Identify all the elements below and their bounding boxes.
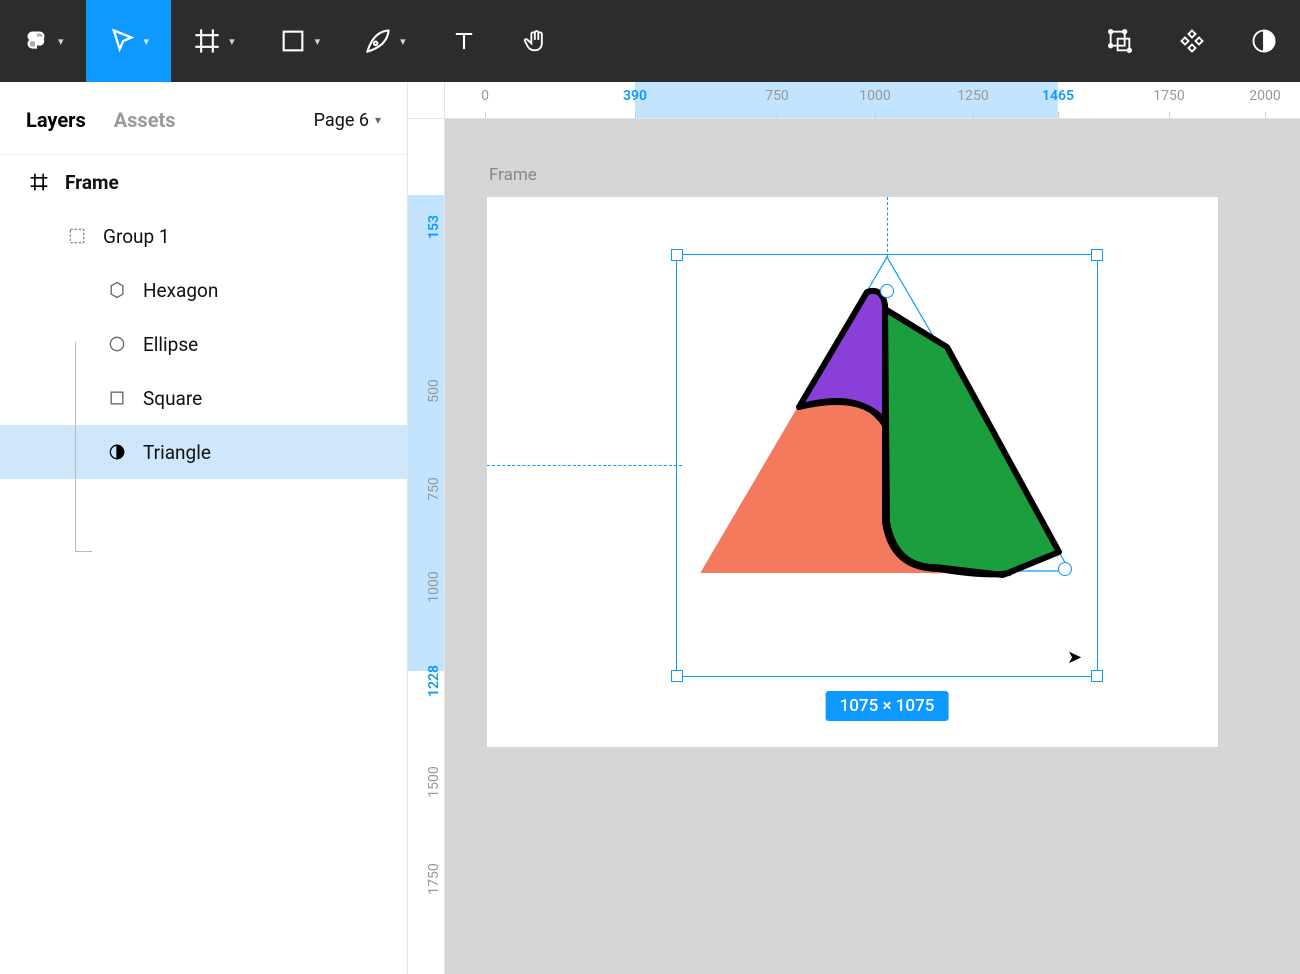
ruler-tick: 1500 — [426, 766, 442, 797]
resize-handle-tr[interactable] — [1091, 249, 1103, 261]
pen-icon — [364, 27, 392, 55]
pointer-icon — [108, 27, 136, 55]
boolean-icon — [1106, 27, 1134, 55]
page-selector[interactable]: Page 6 ▾ — [314, 110, 381, 131]
ruler-tick: 1228 — [426, 665, 442, 697]
layer-row-frame[interactable]: Frame — [0, 155, 407, 209]
figma-logo-icon — [22, 27, 50, 55]
cursor-icon: ➤ — [1067, 647, 1082, 668]
layer-row-ellipse[interactable]: Ellipse — [0, 317, 407, 371]
frame-icon — [193, 27, 221, 55]
ruler-tick: 1750 — [426, 863, 442, 894]
square-icon — [279, 27, 307, 55]
tab-layers[interactable]: Layers — [26, 108, 86, 132]
ellipse-icon — [105, 332, 129, 356]
shape-tool-button[interactable]: ▾ — [257, 0, 343, 82]
ruler-tick: 1465 — [1042, 88, 1074, 104]
component-icon — [1178, 27, 1206, 55]
ruler-tick: 1000 — [859, 88, 890, 104]
ruler-tick: 750 — [426, 477, 442, 501]
mask-icon — [105, 440, 129, 464]
frame-tool-button[interactable]: ▾ — [171, 0, 257, 82]
frame-frame[interactable]: 1075 × 1075 ➤ — [487, 197, 1218, 747]
text-tool-button[interactable] — [428, 0, 500, 82]
ruler-tick: 500 — [426, 379, 442, 403]
move-tool-button[interactable]: ▾ — [86, 0, 172, 82]
ruler-vertical[interactable]: 153 500 750 1000 1228 1500 1750 — [408, 119, 445, 974]
ruler-tick: 1000 — [426, 571, 442, 602]
resize-handle-br[interactable] — [1091, 670, 1103, 682]
toolbar: ▾ ▾ ▾ ▾ ▾ — [0, 0, 1300, 82]
pen-tool-button[interactable]: ▾ — [342, 0, 428, 82]
component-button[interactable] — [1156, 0, 1228, 82]
ruler-tick: 0 — [481, 88, 489, 104]
sidebar-header: Layers Assets Page 6 ▾ — [0, 82, 407, 154]
ruler-tick: 2000 — [1249, 88, 1280, 104]
mask-icon — [1250, 27, 1278, 55]
ruler-tick: 750 — [765, 88, 789, 104]
frame-icon — [27, 170, 51, 194]
ruler-tick: 1750 — [1153, 88, 1184, 104]
main-menu-button[interactable]: ▾ — [0, 0, 86, 82]
chevron-down-icon: ▾ — [229, 35, 235, 48]
canvas[interactable]: Frame 1075 — [445, 119, 1300, 974]
resize-handle-tl[interactable] — [671, 249, 683, 261]
layer-row-square[interactable]: Square — [0, 371, 407, 425]
layer-row-triangle[interactable]: Triangle — [0, 425, 407, 479]
chevron-down-icon: ▾ — [400, 35, 406, 48]
selection-dimensions-badge: 1075 × 1075 — [826, 691, 949, 721]
resize-handle-bl[interactable] — [671, 670, 683, 682]
hexagon-icon — [105, 278, 129, 302]
chevron-down-icon: ▾ — [144, 35, 150, 48]
ruler-tick: 390 — [623, 88, 647, 104]
ruler-tick: 1250 — [957, 88, 988, 104]
frame-label[interactable]: Frame — [489, 165, 537, 185]
layers-panel: Layers Assets Page 6 ▾ Frame Group 1 Hex… — [0, 82, 408, 974]
chevron-down-icon: ▾ — [58, 35, 64, 48]
mask-button[interactable] — [1228, 0, 1300, 82]
square-icon — [105, 386, 129, 410]
layer-row-group[interactable]: Group 1 — [0, 209, 407, 263]
hand-icon — [522, 27, 550, 55]
hand-tool-button[interactable] — [500, 0, 572, 82]
group-icon — [65, 224, 89, 248]
selection-bounds[interactable] — [676, 254, 1098, 677]
text-icon — [450, 27, 478, 55]
tab-assets[interactable]: Assets — [114, 108, 176, 132]
ruler-horizontal[interactable]: 0 390 750 1000 1250 1465 1750 2000 — [445, 82, 1300, 119]
ruler-corner — [408, 82, 445, 119]
boolean-ops-button[interactable] — [1084, 0, 1156, 82]
chevron-down-icon: ▾ — [315, 35, 321, 48]
ruler-tick: 153 — [426, 215, 442, 239]
layer-row-hexagon[interactable]: Hexagon — [0, 263, 407, 317]
chevron-down-icon: ▾ — [375, 113, 381, 127]
